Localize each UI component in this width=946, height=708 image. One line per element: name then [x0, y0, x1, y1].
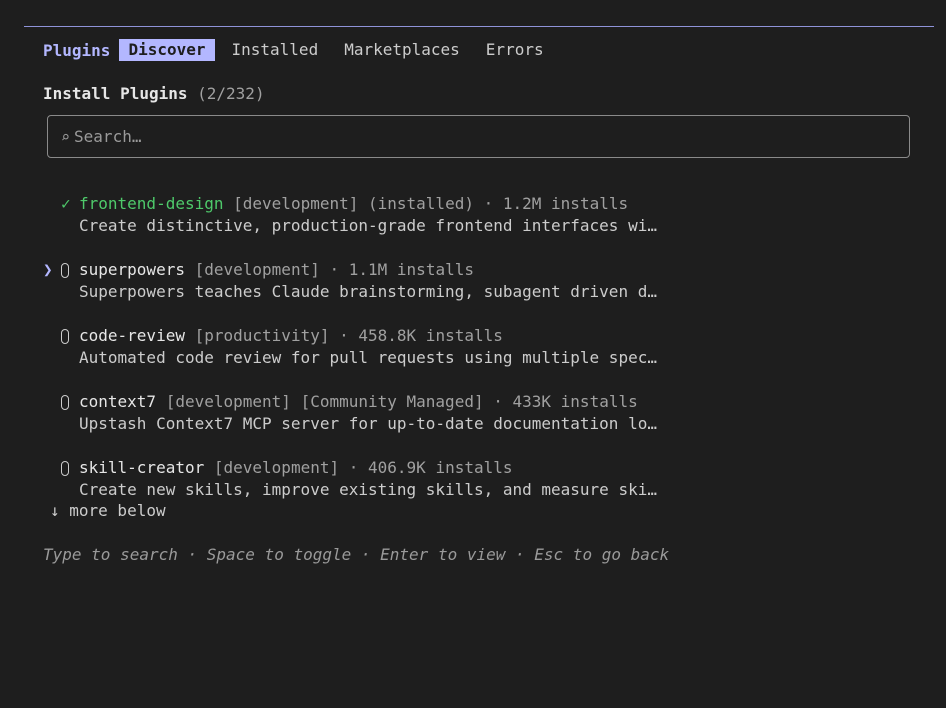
- tab-bar: Plugins Discover Installed Marketplaces …: [43, 39, 561, 61]
- plugin-name: frontend-design: [79, 194, 224, 213]
- checkbox-unchecked-icon[interactable]: [61, 391, 75, 413]
- tab-errors[interactable]: Errors: [477, 39, 553, 61]
- tab-marketplaces[interactable]: Marketplaces: [335, 39, 469, 61]
- plugin-tags: [productivity]: [194, 326, 330, 345]
- plugin-name: skill-creator: [79, 458, 205, 477]
- search-icon: ⌕: [61, 127, 71, 146]
- installed-check-icon: ✓: [61, 194, 71, 213]
- plugin-item-frontend-design[interactable]: ✓ frontend-design [development] (install…: [43, 193, 657, 237]
- plugin-name: superpowers: [79, 260, 185, 279]
- keyboard-hint: Type to search · Space to toggle · Enter…: [43, 545, 670, 564]
- plugin-tags: [development]: [194, 260, 320, 279]
- plugin-installs: · 458.8K installs: [339, 326, 503, 345]
- plugin-item-skill-creator[interactable]: skill-creator [development] · 406.9K ins…: [43, 457, 657, 501]
- plugin-description: Automated code review for pull requests …: [79, 348, 657, 367]
- more-below-indicator: ↓ more below: [50, 501, 166, 520]
- plugin-name: context7: [79, 392, 157, 411]
- panel-top-border: [24, 26, 934, 27]
- plugin-description: Create distinctive, production-grade fro…: [79, 216, 657, 235]
- tab-installed[interactable]: Installed: [223, 39, 328, 61]
- page-title: Install Plugins (2/232): [43, 84, 265, 103]
- plugin-item-context7[interactable]: context7 [development] [Community Manage…: [43, 391, 657, 435]
- plugin-count: (2/232): [197, 84, 265, 103]
- plugin-item-code-review[interactable]: code-review [productivity] · 458.8K inst…: [43, 325, 657, 369]
- plugin-tags: [development]: [213, 458, 340, 477]
- plugin-installs: · 1.1M installs: [329, 260, 474, 279]
- search-input[interactable]: [74, 127, 855, 146]
- plugin-tags: [development] (installed): [233, 194, 474, 213]
- plugin-description: Upstash Context7 MCP server for up-to-da…: [79, 414, 657, 433]
- plugin-description: Superpowers teaches Claude brainstorming…: [79, 282, 657, 301]
- selection-cursor-icon: ❯: [43, 260, 53, 279]
- plugin-installs: · 406.9K installs: [348, 458, 513, 477]
- plugin-installs: · 433K installs: [493, 392, 638, 411]
- plugin-installs: · 1.2M installs: [483, 194, 629, 213]
- plugin-tags: [development] [Community Managed]: [165, 392, 484, 411]
- checkbox-unchecked-icon[interactable]: [61, 259, 75, 281]
- checkbox-unchecked-icon[interactable]: [61, 325, 75, 347]
- page-title-text: Install Plugins: [43, 84, 188, 103]
- plugin-name: code-review: [79, 326, 185, 345]
- plugins-section-label: Plugins: [43, 40, 111, 60]
- checkbox-unchecked-icon[interactable]: [61, 457, 75, 479]
- search-box[interactable]: ⌕: [47, 115, 910, 158]
- tab-discover[interactable]: Discover: [119, 39, 215, 61]
- plugin-description: Create new skills, improve existing skil…: [79, 480, 657, 499]
- plugin-item-superpowers[interactable]: ❯ superpowers [development] · 1.1M insta…: [43, 259, 657, 303]
